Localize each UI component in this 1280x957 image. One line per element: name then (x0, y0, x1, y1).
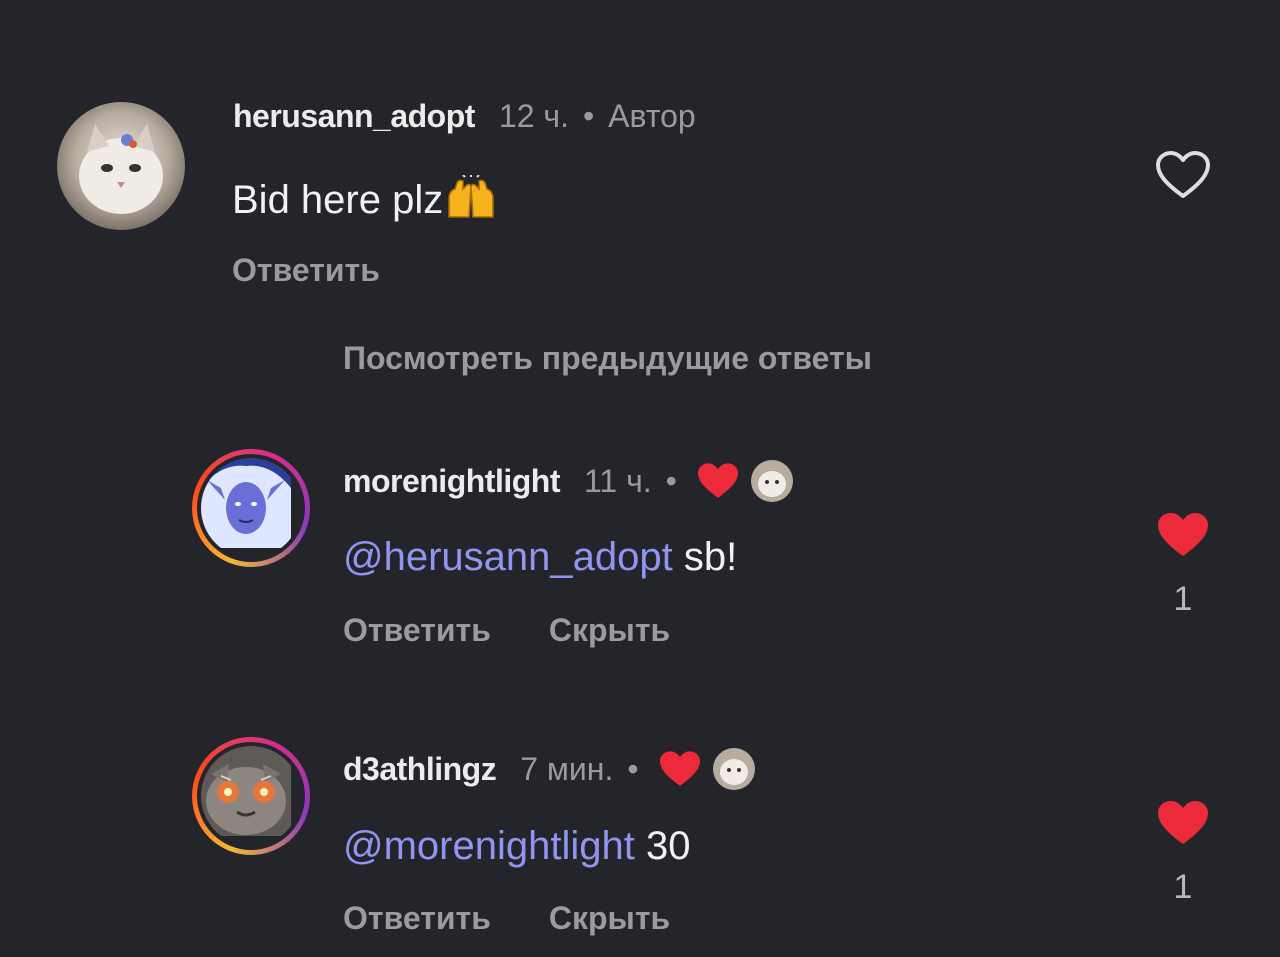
timestamp: 7 мин. (520, 750, 614, 787)
like-count: 1 (1173, 580, 1193, 618)
username[interactable]: morenightlight (343, 463, 560, 500)
reply-actions: Ответить Скрыть (343, 612, 670, 649)
reply-body: 30 (634, 824, 691, 868)
author-liked-heart-icon (697, 463, 738, 498)
elf-avatar-icon (201, 458, 291, 548)
timestamp: 11 ч. (583, 462, 652, 499)
comment-body: Bid here plz (232, 178, 444, 222)
cat-avatar-icon (750, 460, 793, 502)
author-liked-heart-icon (659, 751, 700, 786)
heart-filled-icon[interactable] (1155, 510, 1211, 560)
username[interactable]: d3athlingz (343, 751, 497, 788)
comment-meta: herusann_adopt 12 ч. • Автор (233, 98, 696, 135)
reply-body: sb! (672, 535, 738, 579)
reply-text: @herusann_adopt sb! (343, 535, 737, 580)
avatar (201, 746, 301, 846)
separator: • (665, 462, 677, 499)
like-control[interactable]: 1 (1155, 798, 1211, 907)
view-previous-replies-button[interactable]: Посмотреть предыдущие ответы (343, 340, 872, 377)
raising-hands-icon (448, 174, 494, 218)
hide-button[interactable]: Скрыть (549, 612, 670, 649)
heart-outline-icon[interactable] (1155, 150, 1211, 200)
comment-actions: Ответить (232, 252, 380, 289)
avatar-story-ring[interactable] (192, 737, 310, 855)
reply-button[interactable]: Ответить (343, 900, 491, 937)
cat-avatar-icon (712, 748, 755, 790)
hide-button[interactable]: Скрыть (549, 900, 670, 937)
comments-page: herusann_adopt 12 ч. • Автор Bid here pl… (0, 0, 1280, 957)
reply-meta: morenightlight 11 ч. • (343, 458, 795, 504)
mention-link[interactable]: @morenightlight (343, 824, 635, 868)
creature-avatar-icon (201, 746, 291, 836)
avatar (201, 458, 301, 558)
author-mini-avatar (748, 458, 795, 504)
reply-button[interactable]: Ответить (343, 612, 491, 649)
separator: • (582, 98, 595, 134)
separator: • (627, 750, 639, 787)
reply-text: @morenightlight 30 (343, 824, 690, 869)
timestamp: 12 ч. (498, 98, 569, 134)
like-control[interactable]: 1 (1155, 510, 1211, 619)
avatar[interactable] (57, 102, 185, 230)
mention-link[interactable]: @herusann_adopt (343, 535, 673, 579)
avatar-story-ring[interactable] (192, 449, 310, 567)
like-control[interactable] (1155, 150, 1211, 200)
author-badge: Автор (608, 98, 696, 134)
reply-actions: Ответить Скрыть (343, 900, 670, 937)
username[interactable]: herusann_adopt (233, 98, 475, 135)
like-count: 1 (1173, 868, 1193, 906)
author-mini-avatar (710, 746, 757, 792)
reply-button[interactable]: Ответить (232, 252, 380, 289)
heart-filled-icon[interactable] (1155, 798, 1211, 848)
cat-avatar-icon (57, 102, 185, 230)
reply-meta: d3athlingz 7 мин. • (343, 746, 757, 792)
comment-text: Bid here plz (232, 174, 499, 223)
